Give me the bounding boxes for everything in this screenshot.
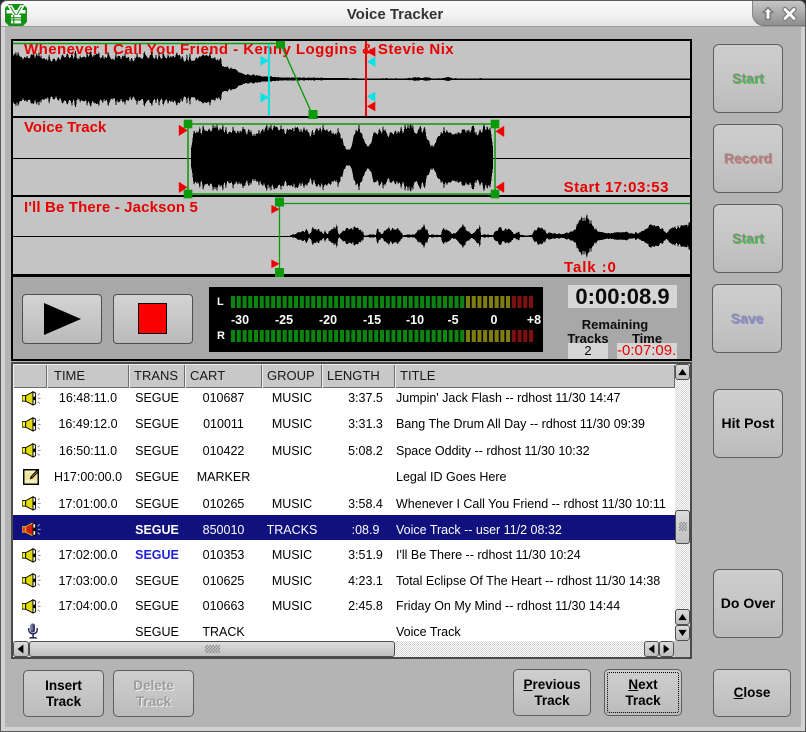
svg-text:L: L xyxy=(217,296,224,308)
svg-text:0: 0 xyxy=(491,313,498,327)
svg-text:-20: -20 xyxy=(319,313,337,327)
svg-text:-5: -5 xyxy=(447,313,458,327)
svg-text:R: R xyxy=(217,330,225,342)
svg-text:+8: +8 xyxy=(527,313,541,327)
svg-text:-30: -30 xyxy=(231,313,249,327)
svg-text:-25: -25 xyxy=(275,313,293,327)
svg-text:-15: -15 xyxy=(363,313,381,327)
svg-text:-10: -10 xyxy=(406,313,424,327)
